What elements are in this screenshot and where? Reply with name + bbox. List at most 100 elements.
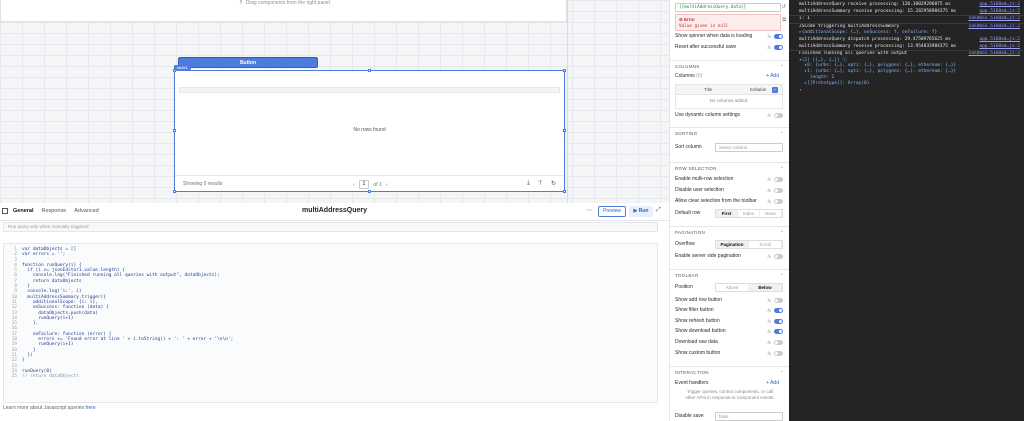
overflow-scroll-option[interactable]: Scroll <box>749 241 782 248</box>
section-columns[interactable]: COLUMNS ⌃ <box>670 60 789 72</box>
default-none-option[interactable]: None <box>760 210 782 217</box>
next-page-icon[interactable]: › <box>386 182 388 188</box>
default-row-segmented: First Index None <box>715 209 783 218</box>
section-toolbar[interactable]: TOOLBAR ⌃ <box>670 269 789 281</box>
preview-button[interactable]: Preview <box>598 206 626 217</box>
refresh-icon[interactable]: ↻ <box>551 180 556 187</box>
fx-icon[interactable]: fx <box>767 175 771 184</box>
section-pagination[interactable]: PAGINATION ⌃ <box>670 226 789 238</box>
allow-clear-row: Allow clear selection from the toolbar fx <box>675 197 785 206</box>
fx-icon[interactable]: fx <box>767 43 771 52</box>
allow-clear-toggle[interactable] <box>774 199 783 204</box>
code-line[interactable]: 25 // return dataObjects <box>4 374 657 379</box>
fx-icon[interactable]: fx <box>767 338 771 347</box>
fx-icon[interactable]: fx <box>767 111 771 120</box>
resize-handle[interactable] <box>368 69 371 72</box>
console-line: multiAddressSummary receive processing: … <box>799 44 957 49</box>
refresh-row: Show refresh button fx <box>675 317 785 326</box>
resize-handle[interactable] <box>173 69 176 72</box>
console-line: ▸{additionalScope: {…}, onSuccess: f, on… <box>799 30 938 35</box>
section-interaction[interactable]: INTERACTION ⌃ <box>670 366 789 378</box>
download-row: Show download button fx <box>675 327 785 336</box>
copy-icon[interactable]: ⧉ <box>782 17 786 23</box>
resize-handle[interactable] <box>563 69 566 72</box>
filter-toggle[interactable] <box>774 308 783 313</box>
line-number: 25 <box>11 374 17 380</box>
raw-data-toggle[interactable] <box>774 340 783 345</box>
server-side-toggle[interactable] <box>774 254 783 259</box>
reset-after-toggle[interactable] <box>774 45 783 50</box>
dynamic-columns-toggle[interactable] <box>774 113 783 118</box>
query-title[interactable]: multiAddressQuery <box>0 207 669 214</box>
multi-row-toggle[interactable] <box>774 177 783 182</box>
console-line: multiAddressQuery receive processing: 12… <box>799 2 951 7</box>
console-divider <box>789 23 1024 24</box>
overflow-pagination-option[interactable]: Pagination <box>716 241 749 248</box>
console-source-link[interactable]: app.5160ad…js:2 <box>979 9 1020 14</box>
canvas-divider <box>567 0 568 203</box>
fx-icon[interactable]: fx <box>767 327 771 336</box>
editable-checkbox[interactable]: ✓ <box>772 87 778 93</box>
console-line: length: 2 <box>799 75 835 80</box>
page-input[interactable]: 1 <box>358 180 370 189</box>
add-event-handler-button[interactable]: + Add <box>766 379 779 388</box>
reset-after-row: Reset after successful save fx <box>675 43 785 52</box>
server-side-row: Enable server side pagination fx <box>675 252 785 261</box>
position-below-option[interactable]: Below <box>749 284 782 291</box>
data-input[interactable]: {{multiAddressQuery.data}} <box>675 3 781 12</box>
custom-button-toggle[interactable] <box>774 351 783 356</box>
chevron-up-icon: ⌃ <box>779 370 784 375</box>
fx-icon[interactable]: fx <box>767 306 771 315</box>
console-source-link[interactable]: app.5160ad…js:2 <box>979 37 1020 42</box>
run-button[interactable]: ▶ Run <box>629 206 653 217</box>
fx-icon[interactable]: fx <box>767 197 771 206</box>
trigger-select[interactable]: Run query only when manually triggered <box>3 222 658 232</box>
console-line: ▸0: {urbs: {…}, opti: {…}, polygons: {…}… <box>799 63 957 68</box>
prev-page-icon[interactable]: ‹ <box>353 182 355 188</box>
console-source-link[interactable]: app.5160ad…js:2 <box>979 44 1020 49</box>
sort-column-select[interactable]: Select column <box>715 143 783 152</box>
drag-hint: Drag components from the right panel <box>245 0 330 6</box>
disable-save-input[interactable]: false <box>715 412 783 421</box>
app-canvas[interactable]: ⠿ Drag components from the right panel Bu… <box>0 0 669 203</box>
event-handlers-hint: Trigger queries, control components, or … <box>685 389 775 400</box>
section-row-selection[interactable]: ROW SELECTION ⌃ <box>670 162 789 174</box>
empty-container[interactable]: ⠿ Drag components from the right panel <box>0 0 567 22</box>
code-text: var errors = ''; <box>22 252 66 258</box>
console-source-link[interactable]: sandbox.5160ad…js:2 <box>969 51 1020 56</box>
show-spinner-toggle[interactable] <box>774 34 783 39</box>
learn-more-link[interactable]: here <box>86 405 96 411</box>
download-toggle[interactable] <box>774 329 783 334</box>
disable-user-toggle[interactable] <box>774 188 783 193</box>
refresh-toggle[interactable] <box>774 319 783 324</box>
default-first-option[interactable]: First <box>716 210 738 217</box>
fx-icon[interactable]: fx <box>767 349 771 358</box>
position-above-option[interactable]: Above <box>716 284 749 291</box>
fx-icon[interactable]: fx <box>767 317 771 326</box>
console-source-link[interactable]: app.5160ad…js:2 <box>979 2 1020 7</box>
fx-icon[interactable]: fx <box>767 252 771 261</box>
page-total: of 1 <box>373 181 382 188</box>
download-icon[interactable]: ⤓ <box>527 180 530 187</box>
console-source-link[interactable]: sandbox.5160ad…js:2 <box>969 24 1020 29</box>
fx-icon[interactable]: fx <box>767 32 771 41</box>
filter-icon[interactable]: ⊤ <box>538 180 543 187</box>
section-sorting[interactable]: SORTING ⌃ <box>670 127 789 139</box>
no-rows-text: No rows found <box>353 127 386 133</box>
default-index-option[interactable]: Index <box>738 210 760 217</box>
table-component[interactable]: No rows found Showing 0 results ‹ 1 of 1… <box>173 69 566 193</box>
fx-icon[interactable]: fx <box>767 296 771 305</box>
fx-icon[interactable]: fx <box>767 186 771 195</box>
console-source-link[interactable]: sandbox.5160ad…js:2 <box>969 16 1020 21</box>
expand-icon[interactable]: ⤢ <box>656 207 661 214</box>
more-icon[interactable]: ⋯ <box>586 207 592 214</box>
learn-more: Learn more about Javascript queries here <box>3 405 96 411</box>
add-column-button[interactable]: + Add <box>766 72 779 81</box>
devtools-console[interactable]: multiAddressQuery receive processing: 12… <box>789 0 1024 421</box>
filter-row: Show filter button fx <box>675 306 785 315</box>
table-footer: Showing 0 results ‹ 1 of 1 › ⤓ ⊤ ↻ <box>175 175 564 191</box>
code-editor[interactable]: 1 var dataObjects = [] 2 var errors = ''; 3 4… <box>3 243 658 403</box>
button-component[interactable]: Button <box>178 57 318 68</box>
add-row-toggle[interactable] <box>774 298 783 303</box>
reset-icon[interactable]: ↺ <box>782 4 786 10</box>
